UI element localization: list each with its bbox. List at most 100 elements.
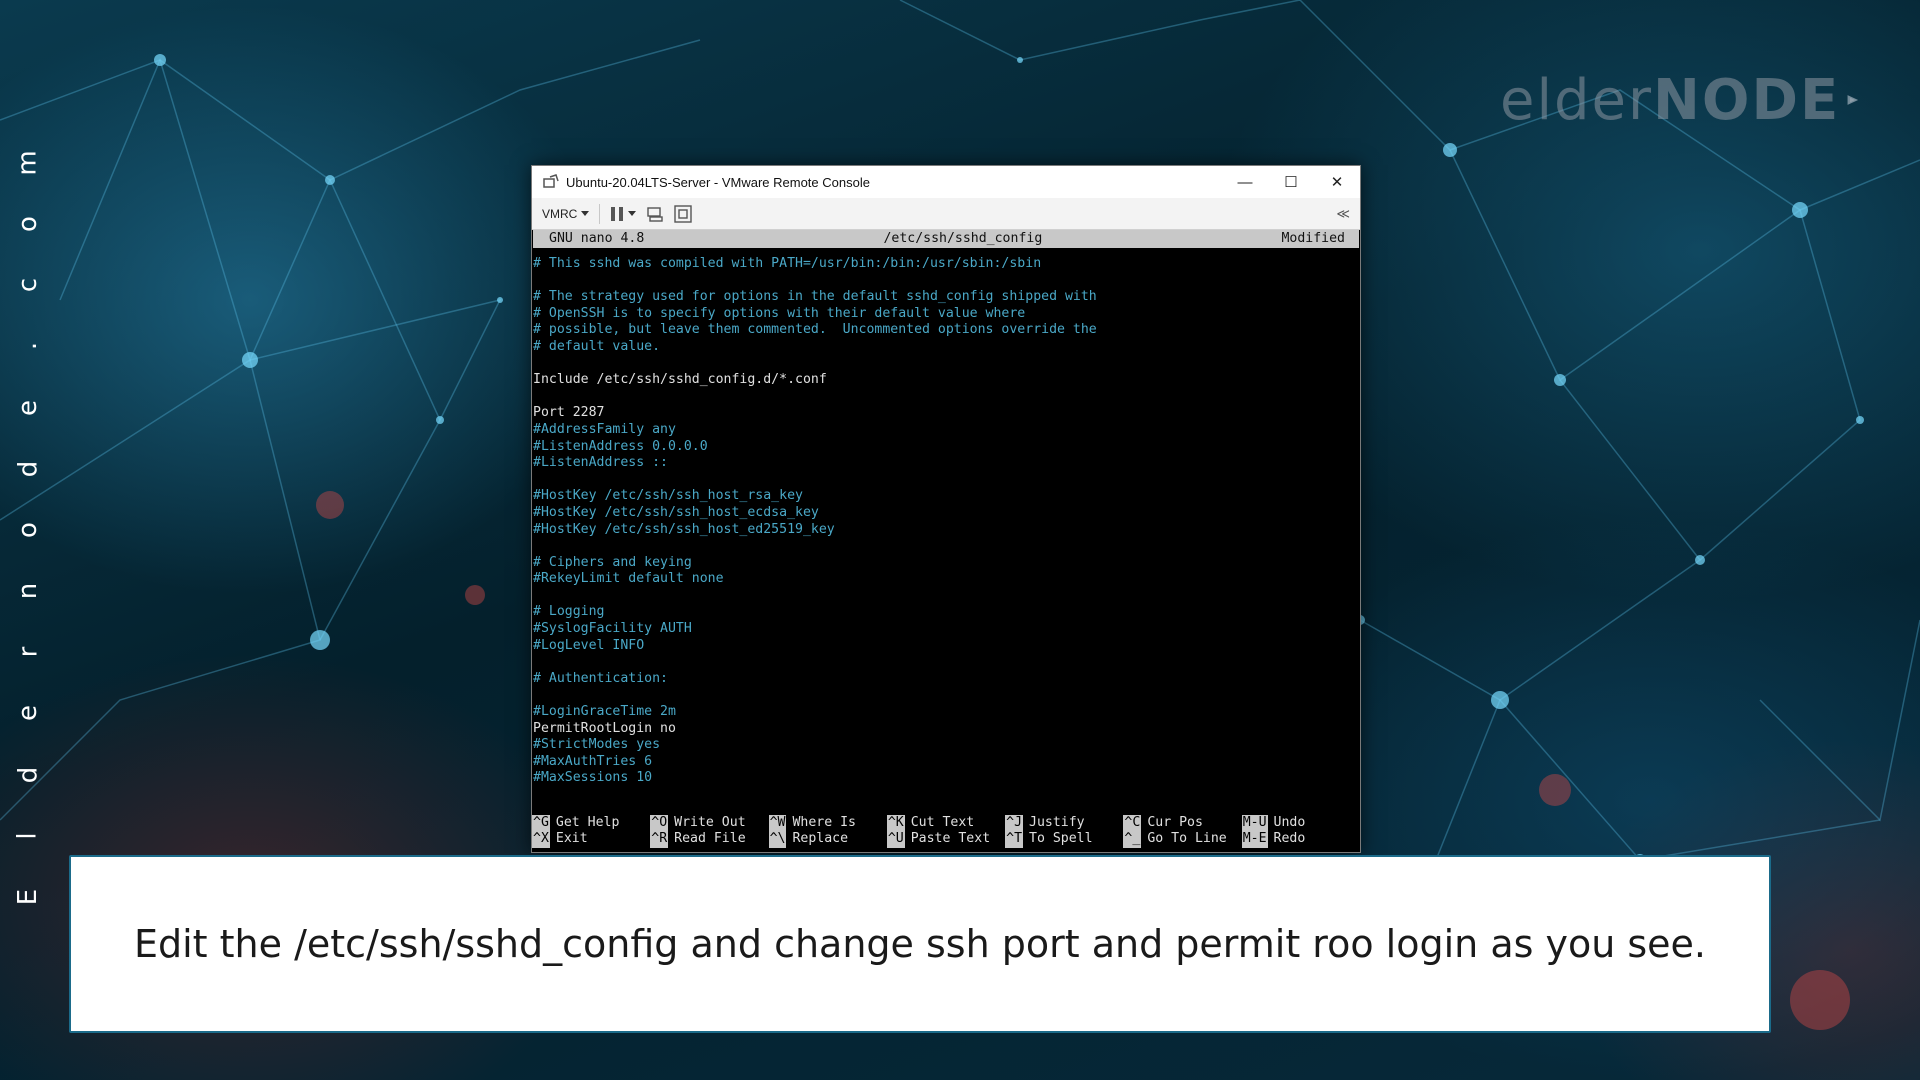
close-icon: ✕ [1330,174,1344,191]
maximize-icon: ☐ [1284,174,1298,191]
ctrl-alt-del-icon [647,206,664,222]
shortcut-label: Cut Text [910,814,975,830]
file-line: # default value. [533,338,661,354]
file-line [533,687,1359,704]
file-line [533,273,1359,290]
shortcut-label: Where Is [792,814,856,830]
maximize-button[interactable]: ☐ [1268,166,1314,198]
side-char: e [13,705,43,722]
shortcut-key: ^\ [768,831,787,848]
shortcut-item[interactable]: ^R Read File [650,831,768,848]
nano-filename: /etc/ssh/sshd_config [883,230,1043,246]
send-ctrl-alt-del-button[interactable] [646,206,664,222]
shortcut-item[interactable]: ^T To Spell [1005,831,1123,848]
file-line [533,472,1359,489]
collapse-toolbar-button[interactable]: ≪ [1336,206,1350,222]
file-line: #ListenAddress 0.0.0.0 [533,438,708,454]
file-line: #HostKey /etc/ssh/ssh_host_ecdsa_key [533,504,819,520]
caption-banner: Edit the /etc/ssh/sshd_config and change… [69,855,1771,1033]
close-button[interactable]: ✕ [1314,166,1360,198]
file-line [533,654,1359,671]
chevron-down-icon [581,210,590,216]
shortcut-item[interactable]: ^U Paste Text [886,831,1005,848]
nano-status: Modified [1281,230,1345,246]
shortcut-item[interactable]: ^X Exit [532,831,650,848]
file-line: #LoginGraceTime 2m [533,704,676,720]
nano-version: GNU nano 4.8 [549,230,645,246]
shortcut-label: Write Out [674,814,746,830]
file-line: #RekeyLimit default none [533,571,724,587]
shortcut-item[interactable]: ^O Write Out [650,814,768,832]
file-line: # The strategy used for options in the d… [533,289,1097,305]
file-line: #MaxSessions 10 [533,770,653,786]
file-line: # Logging [533,604,605,620]
file-content[interactable]: # This sshd was compiled with PATH=/usr/… [533,248,1359,787]
pause-icon [611,206,624,221]
side-char: o [12,521,43,538]
shortcut-label: Paste Text [910,831,991,847]
side-char: n [12,582,43,600]
shortcut-label: Get Help [555,814,620,830]
shortcut-label: Justify [1029,814,1085,830]
vmrc-app-icon [543,174,559,188]
shortcut-label: Go To Line [1147,831,1227,847]
vertical-site-name: E l d e r n o d e . c o m [4,150,52,910]
shortcut-item[interactable]: M-U Undo [1241,814,1360,832]
fullscreen-icon [674,204,693,223]
side-char: r [12,646,43,658]
nano-shortcut-bar: ^G Get Help ^O Write Out ^W Where Is ^K Cut Tex… [532,814,1360,848]
side-char: d [12,766,43,783]
shortcut-key: M-U [1241,814,1268,832]
file-line: PermitRootLogin no [533,720,676,736]
minimize-button[interactable]: — [1222,166,1268,198]
logo-play-icon [1847,95,1859,105]
side-char: . [12,342,43,351]
side-char: e [13,399,43,416]
file-line [533,588,1359,605]
shortcut-item[interactable]: ^G Get Help [532,814,650,832]
shortcut-label: Read File [674,831,746,847]
pause-button[interactable] [610,206,637,222]
shortcut-label: Cur Pos [1147,814,1203,830]
file-line: # Ciphers and keying [533,554,692,570]
shortcut-item[interactable]: ^W Where Is [768,814,887,832]
logo-wordmark: elderNODE [1500,68,1840,133]
shortcut-item[interactable]: ^K Cut Text [886,814,1005,832]
file-line: Port 2287 [533,405,605,421]
shortcut-key: ^R [650,831,669,848]
collapse-icon: ≪ [1336,205,1350,221]
shortcut-item[interactable]: ^\ Replace [768,831,887,848]
file-line: #HostKey /etc/ssh/ssh_host_ed25519_key [533,521,835,537]
file-line: #LogLevel INFO [533,637,645,653]
shortcut-item[interactable]: ^C Cur Pos [1123,814,1241,832]
side-char: c [12,278,43,293]
logo-bold-text: NODE [1653,67,1841,133]
window-titlebar[interactable]: Ubuntu-20.04LTS-Server - VMware Remote C… [532,166,1360,198]
vmware-remote-console-window[interactable]: Ubuntu-20.04LTS-Server - VMware Remote C… [531,165,1361,853]
shortcut-key: ^X [532,831,550,848]
shortcut-key: ^C [1123,814,1142,832]
shortcut-label: Exit [555,831,588,847]
shortcut-item[interactable]: ^J Justify [1005,814,1123,832]
logo-light-text: elder [1500,67,1654,133]
shortcut-item[interactable]: ^_ Go To Line [1123,831,1241,848]
shortcut-key: ^G [532,814,550,832]
vmrc-menu-label: VMRC [542,206,578,221]
fullscreen-button[interactable] [674,204,693,223]
vmrc-menu-button[interactable]: VMRC [542,206,590,221]
file-line [533,356,1359,373]
shortcut-label: To Spell [1029,831,1093,847]
shortcut-label: Replace [792,831,849,847]
shortcut-key: M-E [1241,831,1268,848]
chevron-down-icon [628,210,637,216]
nano-terminal[interactable]: GNU nano 4.8 /etc/ssh/sshd_config Modifi… [532,230,1360,852]
shortcut-key: ^T [1005,831,1024,848]
caption-text: Edit the /etc/ssh/sshd_config and change… [133,922,1707,966]
window-title: Ubuntu-20.04LTS-Server - VMware Remote C… [566,174,870,190]
eldernode-logo: elderNODE [1500,55,1860,145]
shortcut-label: Undo [1273,814,1306,830]
file-line: #HostKey /etc/ssh/ssh_host_rsa_key [533,488,803,504]
file-line: # possible, but leave them commented. Un… [533,322,1097,338]
shortcut-label: Redo [1273,831,1306,847]
shortcut-item[interactable]: M-E Redo [1241,831,1360,848]
